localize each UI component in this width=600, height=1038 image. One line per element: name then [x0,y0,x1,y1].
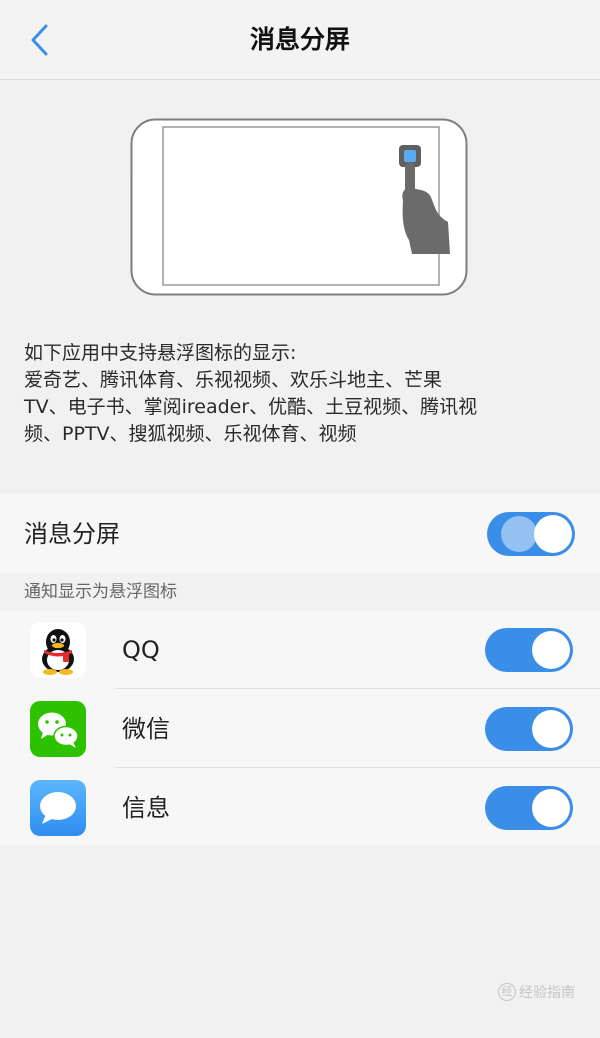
message-split-row: 消息分屏 [0,494,600,574]
qq-penguin-icon [30,622,86,678]
watermark-text: 经验指南 [519,985,575,1001]
supported-apps-description: 如下应用中支持悬浮图标的显示: 爱奇艺、腾讯体育、乐视视频、欢乐斗地主、芒果 T… [24,340,584,448]
toggle-knob [534,515,572,553]
toggle-knob [532,710,570,748]
description-line: 爱奇艺、腾讯体育、乐视视频、欢乐斗地主、芒果 [24,369,443,391]
wechat-toggle[interactable] [485,707,573,751]
header-bar: 消息分屏 [0,0,600,80]
message-split-toggle[interactable] [487,512,575,556]
app-row-messages: 信息 [0,768,600,846]
app-list: QQ 微信 信息 [0,610,600,846]
app-row-qq: QQ [0,610,600,688]
qq-toggle[interactable] [485,628,573,672]
floating-icon-illustration [130,118,468,296]
page-title: 消息分屏 [249,25,350,54]
watermark-badge: 经 [498,983,516,1001]
messages-toggle[interactable] [485,786,573,830]
messages-icon [30,780,86,836]
wechat-icon [30,701,86,757]
app-name: 信息 [122,794,170,822]
touch-ripple [501,516,537,552]
toggle-knob [532,789,570,827]
app-row-wechat: 微信 [0,689,600,767]
app-name: 微信 [122,715,170,743]
app-name: QQ [122,636,160,664]
description-line: TV、电子书、掌阅ireader、优酷、土豆视频、腾讯视 [24,396,478,418]
description-line: 频、PPTV、搜狐视频、乐视体育、视频 [24,423,357,445]
watermark: 经 经验指南 [498,982,575,1002]
description-line: 如下应用中支持悬浮图标的显示: [24,342,297,364]
section-header: 通知显示为悬浮图标 [24,582,177,602]
toggle-knob [532,631,570,669]
message-split-label: 消息分屏 [24,520,120,548]
